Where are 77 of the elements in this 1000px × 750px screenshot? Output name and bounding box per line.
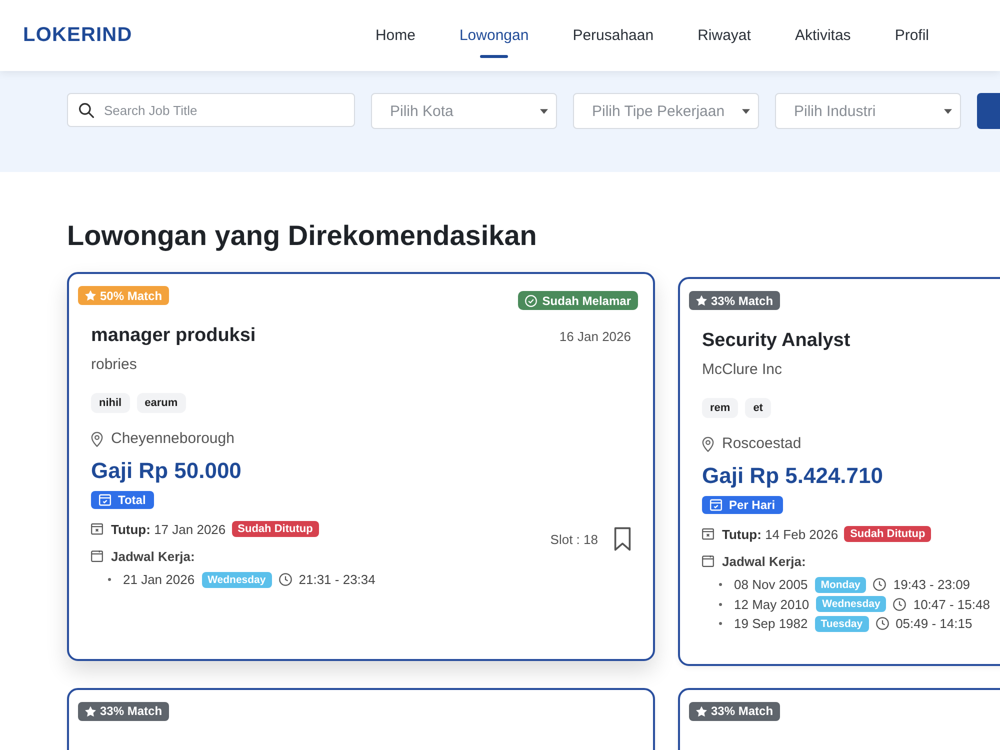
- day-tag: Tuesday: [814, 616, 869, 632]
- caret-icon: [944, 108, 952, 114]
- caret-icon: [742, 108, 750, 114]
- job-title: manager produksi: [91, 324, 256, 348]
- job-location: Roscoestad: [722, 434, 802, 454]
- caret-icon: [540, 108, 548, 114]
- schedule-heading: Jadwal Kerja:: [111, 548, 195, 564]
- nav-link[interactable]: Aktivitas: [794, 26, 851, 58]
- check-circle-icon: [525, 294, 538, 306]
- star-icon: [696, 295, 707, 306]
- schedule-time: 05:49 - 14:15: [896, 616, 972, 632]
- schedule-heading: Jadwal Kerja:: [722, 554, 806, 568]
- match-percentage: 33% Match: [100, 704, 162, 718]
- clock-icon: [873, 578, 886, 592]
- schedule-date: 19 Sep 1982: [734, 616, 808, 632]
- schedule-date: 12 May 2010: [734, 596, 810, 612]
- schedule-time: 19:43 - 23:09: [893, 577, 970, 592]
- closed-status: Sudah Ditutup: [844, 526, 932, 542]
- calendar-icon: [91, 550, 103, 562]
- schedule-date: 21 Jan 2026: [123, 572, 195, 588]
- clock-icon: [876, 617, 889, 630]
- match-percentage: 50% Match: [100, 288, 162, 302]
- clock-icon: [893, 598, 906, 611]
- section-heading: Lowongan yang Direkomendasikan: [67, 219, 537, 253]
- calendar-check-icon: [99, 494, 111, 506]
- day-tag: Wednesday: [816, 596, 886, 612]
- pay-type: Total: [118, 493, 146, 507]
- company-name: McClure Inc: [702, 360, 782, 380]
- search-field[interactable]: Search Job Title: [67, 93, 355, 127]
- job-card[interactable]: 33% Match: [67, 688, 655, 750]
- job-card[interactable]: [67, 272, 655, 660]
- salary: Gaji Rp 5.424.710: [702, 462, 883, 490]
- calendar-check-icon: [710, 499, 722, 511]
- pay-type: Per Hari: [729, 498, 776, 512]
- job-title: Security Analyst: [702, 329, 850, 353]
- job-tag: nihil: [91, 393, 130, 413]
- salary: Gaji Rp 50.000: [91, 457, 242, 485]
- star-icon: [85, 290, 96, 301]
- search-icon: [79, 103, 94, 118]
- bookmark-icon[interactable]: [614, 527, 631, 551]
- day-tag: Wednesday: [202, 572, 272, 588]
- nav-link[interactable]: Riwayat: [698, 26, 751, 58]
- nav-link[interactable]: Lowongan: [459, 26, 529, 58]
- schedule-time: 21:31 - 23:34: [298, 572, 376, 588]
- job-tag: earum: [136, 393, 186, 413]
- location-pin-icon: [91, 431, 103, 447]
- nav-link[interactable]: Home: [375, 26, 416, 58]
- calendar-x-icon: [702, 528, 714, 540]
- company-name: robries: [91, 355, 137, 375]
- nav-link[interactable]: Perusahaan: [572, 26, 654, 58]
- job-tag: et: [745, 398, 771, 418]
- schedule-time: 10:47 - 15:48: [913, 596, 990, 612]
- closed-status: Sudah Ditutup: [232, 521, 319, 537]
- slot-count: Slot : 18: [550, 532, 598, 546]
- bullet-icon: [719, 622, 722, 626]
- schedule-date: 08 Nov 2005: [734, 577, 808, 592]
- bullet-icon: [719, 583, 722, 586]
- applied-status: Sudah Melamar: [542, 294, 631, 308]
- bullet-icon: [108, 578, 111, 582]
- closing-date: Tutup: 14 Feb 2026: [722, 526, 838, 542]
- logo[interactable]: LOKERIND: [23, 24, 132, 47]
- location-pin-icon: [702, 436, 714, 452]
- bullet-icon: [719, 602, 722, 606]
- calendar-icon: [702, 555, 714, 567]
- job-tag: rem: [702, 398, 738, 418]
- star-icon: [85, 706, 96, 716]
- match-percentage: 33% Match: [711, 704, 774, 718]
- calendar-x-icon: [91, 523, 103, 535]
- job-card[interactable]: 33% Match: [678, 688, 1000, 750]
- closing-date: Tutup: 17 Jan 2026: [111, 522, 226, 536]
- job-location: Cheyenneborough: [111, 429, 234, 449]
- clock-icon: [278, 573, 292, 586]
- star-icon: [696, 706, 707, 716]
- match-percentage: 33% Match: [711, 294, 774, 308]
- day-tag: Monday: [814, 576, 866, 593]
- job-date: 16 Jan 2026: [559, 329, 631, 344]
- nav-link[interactable]: Profil: [894, 26, 929, 58]
